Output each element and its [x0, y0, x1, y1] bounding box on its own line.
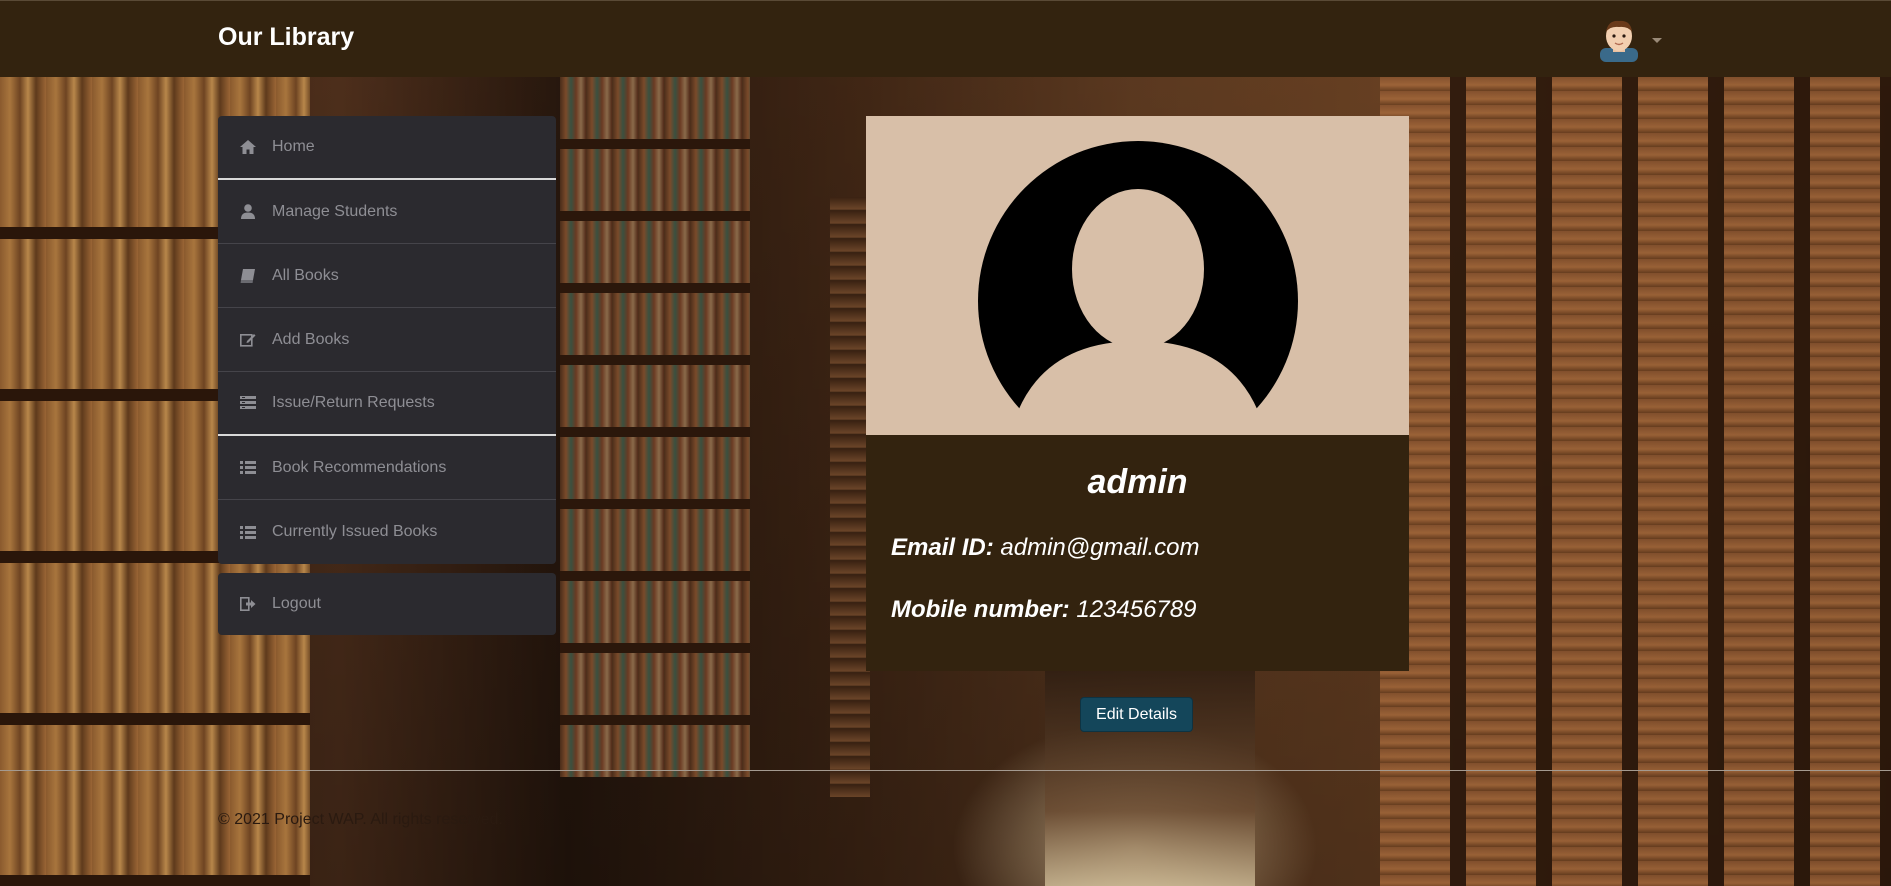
library-aisle — [1045, 637, 1255, 886]
profile-email-line: Email ID: admin@gmail.com — [891, 534, 1409, 562]
bookshelf-middle — [560, 77, 750, 777]
profile-details: admin Email ID: admin@gmail.com Mobile n… — [866, 435, 1409, 671]
mobile-value: 123456789 — [1076, 596, 1197, 623]
sidebar-item-issue-return-requests[interactable]: Issue/Return Requests — [218, 372, 556, 436]
library-arches — [1380, 77, 1891, 886]
home-icon — [240, 139, 256, 155]
logout-button[interactable]: Logout — [218, 573, 556, 635]
list-icon — [240, 524, 256, 540]
sidebar-item-all-books[interactable]: All Books — [218, 244, 556, 308]
sidebar-item-label: Add Books — [272, 330, 350, 348]
edit-details-button[interactable]: Edit Details — [1080, 697, 1193, 732]
default-avatar-icon — [977, 140, 1298, 411]
book-icon — [240, 268, 256, 284]
sidebar-item-label: Issue/Return Requests — [272, 394, 435, 411]
user-icon — [240, 204, 256, 220]
edit-icon — [240, 332, 256, 348]
sidebar-item-currently-issued-books[interactable]: Currently Issued Books — [218, 500, 556, 564]
profile-mobile-line: Mobile number: 123456789 — [891, 596, 1409, 624]
footer-copyright: © 2021 Project WAP. All rights reserved. — [218, 811, 503, 828]
user-avatar-icon — [1600, 20, 1638, 62]
profile-card: admin Email ID: admin@gmail.com Mobile n… — [866, 116, 1409, 671]
sidebar-item-label: Manage Students — [272, 202, 398, 220]
profile-name: admin — [1087, 463, 1188, 501]
logout-panel: Logout — [218, 573, 556, 635]
profile-photo — [866, 116, 1409, 435]
sidebar-menu: Home Manage Students All Books Add Books… — [218, 116, 556, 564]
list-alt-icon — [240, 395, 256, 411]
sidebar-item-add-books[interactable]: Add Books — [218, 308, 556, 372]
sidebar-item-label: All Books — [272, 266, 339, 284]
user-menu-toggle[interactable] — [1600, 17, 1670, 63]
logout-icon — [240, 596, 256, 612]
list-icon — [240, 460, 256, 476]
sidebar-item-home[interactable]: Home — [218, 116, 556, 180]
sidebar-item-label: Currently Issued Books — [272, 523, 438, 540]
sidebar-item-book-recommendations[interactable]: Book Recommendations — [218, 436, 556, 500]
sidebar-item-label: Home — [272, 138, 315, 155]
sidebar-item-label: Book Recommendations — [272, 458, 447, 476]
chevron-down-icon — [1652, 37, 1662, 43]
email-value: admin@gmail.com — [1000, 534, 1200, 561]
sidebar-item-manage-students[interactable]: Manage Students — [218, 180, 556, 244]
logout-label: Logout — [272, 595, 321, 612]
bookshelf-narrow — [830, 197, 870, 797]
email-label: Email ID: — [891, 534, 994, 561]
brand-title[interactable]: Our Library — [218, 23, 354, 52]
top-navbar: Our Library — [0, 0, 1891, 77]
footer-divider — [0, 770, 1891, 771]
mobile-label: Mobile number: — [891, 596, 1070, 623]
